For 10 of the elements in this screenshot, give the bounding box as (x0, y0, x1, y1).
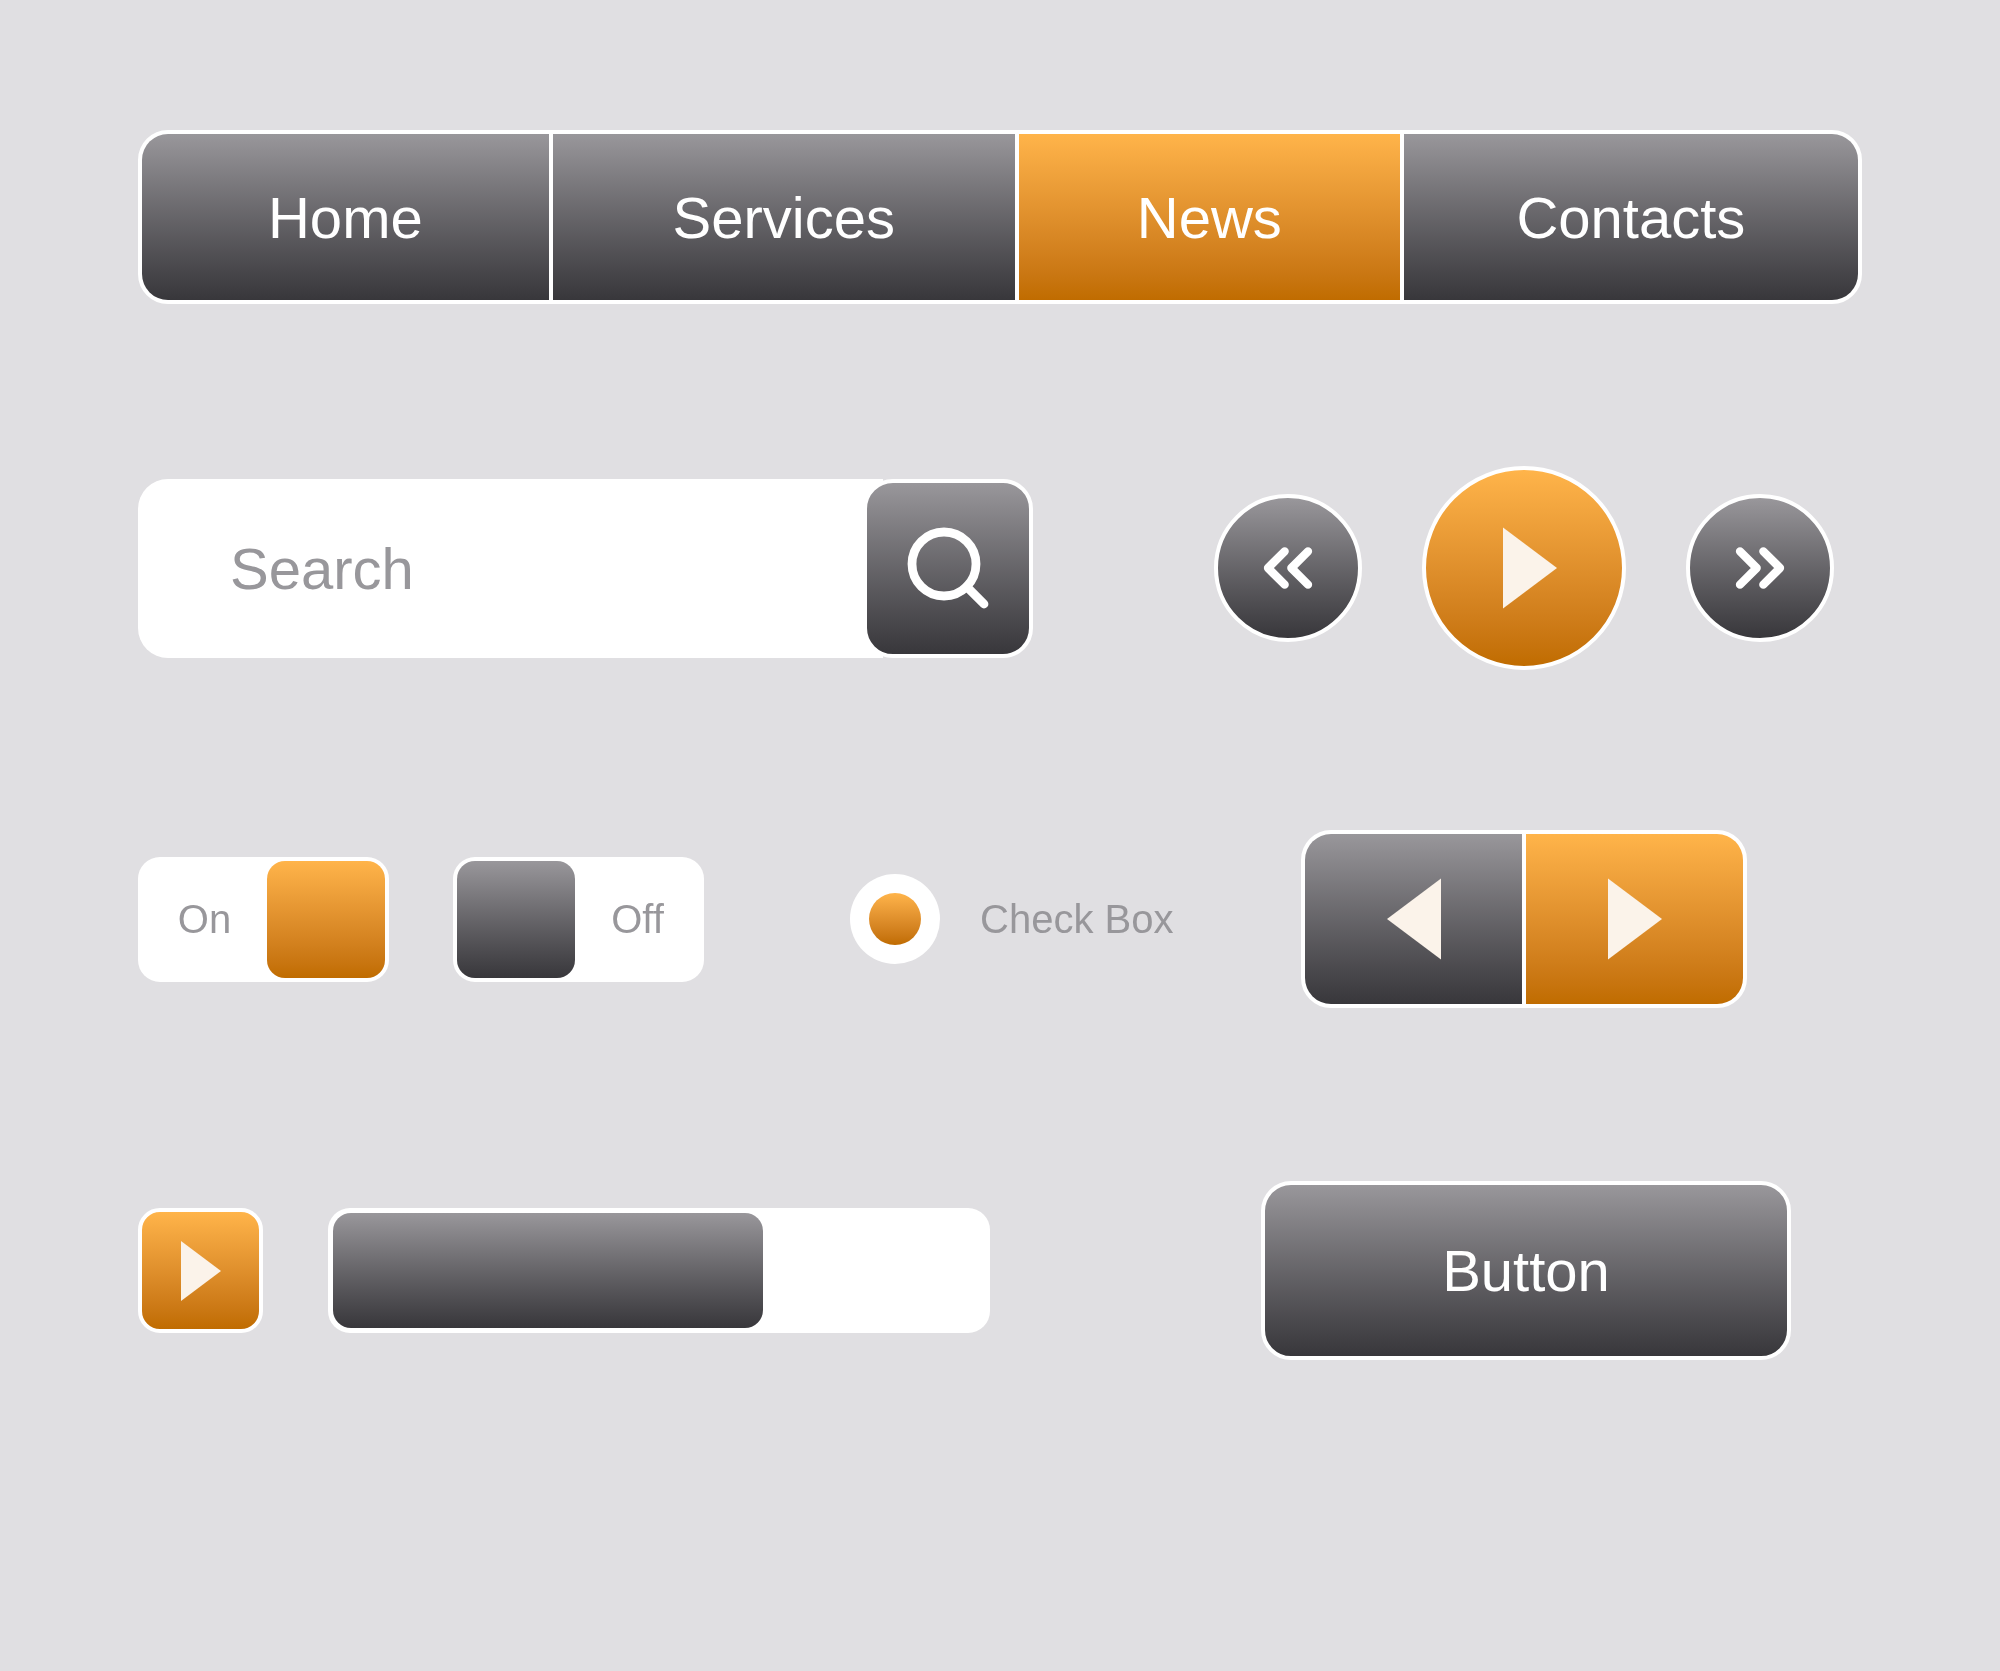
nav-tab[interactable]: Contacts (1403, 134, 1858, 300)
radio-label: Check Box (980, 896, 1174, 943)
button[interactable]: Button (1261, 1181, 1791, 1360)
play-button[interactable] (138, 1208, 263, 1333)
toggle-label: On (176, 896, 233, 943)
search-field[interactable]: Search (138, 478, 883, 658)
nav-tab[interactable]: Home (142, 134, 549, 300)
toggle-label: Off (610, 896, 665, 943)
previous-button[interactable] (1305, 834, 1522, 1004)
nav-tab[interactable]: Services (552, 134, 1015, 300)
